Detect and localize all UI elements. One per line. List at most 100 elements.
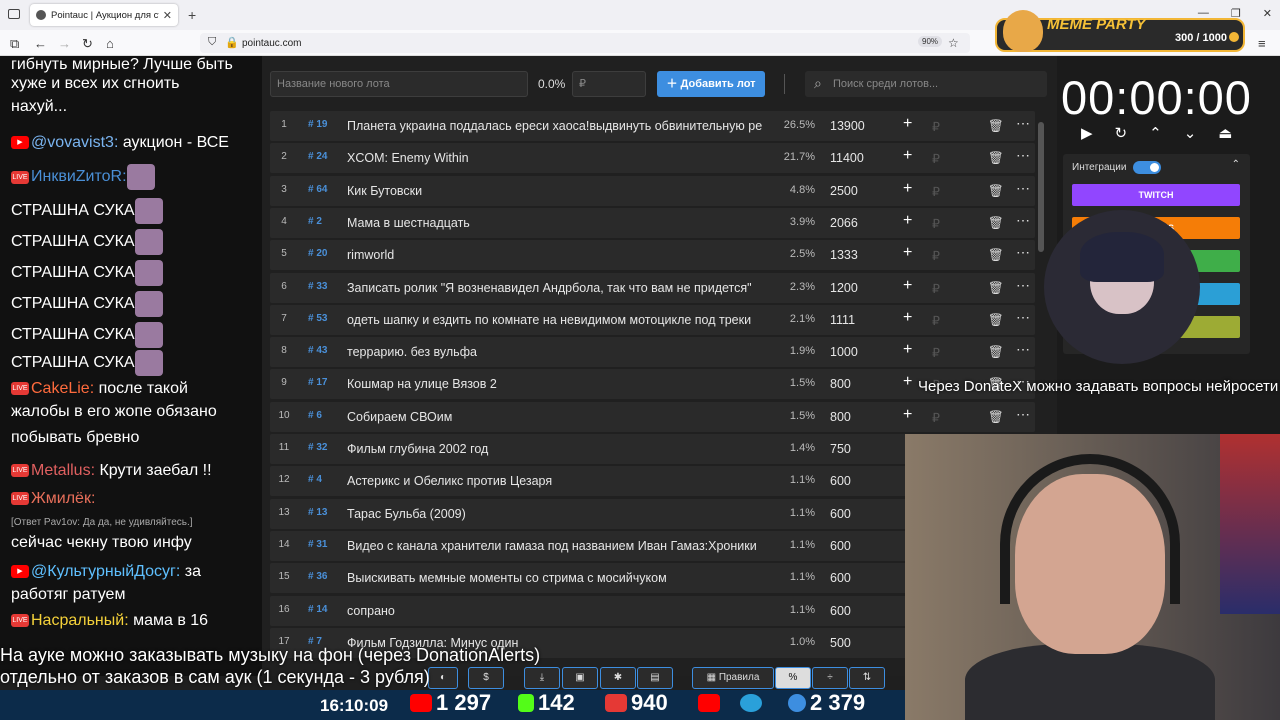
lot-row[interactable]: 8 # 43 террарию. без вульфа 1.9% 1000 + ₽ 🗑 ⋯: [270, 337, 1035, 368]
bug-button[interactable]: ✱: [600, 667, 636, 689]
lock-icon[interactable]: 🔒: [225, 36, 239, 49]
collapse-icon[interactable]: ⌃: [1232, 159, 1240, 170]
lot-name[interactable]: Записать ролик "Я возненавидел Андрбола,…: [347, 281, 769, 295]
trash-icon[interactable]: 🗑: [988, 345, 1004, 360]
sidebar-icon[interactable]: ⧉: [10, 36, 19, 52]
more-icon[interactable]: ⋯: [1016, 244, 1030, 261]
trash-list-button[interactable]: ▤: [637, 667, 673, 689]
integration-button[interactable]: TWITCH: [1072, 184, 1240, 206]
lot-name[interactable]: Планета украина поддалась ереси хаоса!вы…: [347, 119, 769, 133]
lot-amount-input[interactable]: ₽: [572, 71, 646, 97]
reset-icon[interactable]: ↻: [1115, 124, 1128, 142]
more-icon[interactable]: ⋯: [1016, 406, 1030, 423]
trash-icon[interactable]: 🗑: [988, 119, 1004, 134]
integrations-toggle[interactable]: [1133, 161, 1161, 174]
chevron-up-icon[interactable]: ⌃: [1149, 124, 1162, 142]
lot-name[interactable]: Кик Бутовски: [347, 184, 769, 198]
add-amount-icon[interactable]: +: [903, 115, 912, 133]
divide-button[interactable]: ÷: [812, 667, 848, 689]
lot-row[interactable]: 3 # 64 Кик Бутовски 4.8% 2500 + ₽ 🗑 ⋯: [270, 175, 1035, 206]
more-icon[interactable]: ⋯: [1016, 212, 1030, 229]
add-amount-icon[interactable]: +: [903, 309, 912, 327]
lot-name[interactable]: Астерикс и Обеликс против Цезаря: [347, 474, 769, 488]
percent-toggle-button[interactable]: %: [775, 667, 811, 689]
chat-username[interactable]: Metallus:: [31, 462, 95, 479]
lot-name[interactable]: XCOM: Enemy Within: [347, 151, 769, 165]
back-icon[interactable]: ←: [34, 36, 47, 51]
lot-search-input[interactable]: Поиск среди лотов...: [805, 70, 1047, 97]
chat-username[interactable]: @КультурныйДосуг:: [31, 563, 180, 580]
eject-icon[interactable]: ⏏: [1218, 124, 1232, 142]
add-amount-icon[interactable]: +: [903, 406, 912, 424]
trash-icon[interactable]: 🗑: [988, 216, 1004, 231]
add-lot-button[interactable]: ＋ Добавить лот: [657, 71, 765, 97]
play-icon[interactable]: ▶: [1081, 124, 1093, 142]
more-icon[interactable]: ⋯: [1016, 277, 1030, 294]
add-amount-icon[interactable]: +: [903, 277, 912, 295]
more-icon[interactable]: ⋯: [1016, 147, 1030, 164]
lot-name[interactable]: террарию. без вульфа: [347, 345, 769, 359]
lot-name[interactable]: Мама в шестнадцать: [347, 216, 769, 230]
trash-icon[interactable]: 🗑: [988, 281, 1004, 296]
add-amount-icon[interactable]: +: [903, 341, 912, 359]
more-icon[interactable]: ⋯: [1016, 180, 1030, 197]
rules-button[interactable]: ▦ Правила: [692, 667, 774, 689]
chat-username[interactable]: Жмилёк:: [31, 490, 95, 507]
more-icon[interactable]: ⋯: [1016, 341, 1030, 358]
bookmark-star-icon[interactable]: ☆: [948, 36, 959, 50]
lot-name[interactable]: Выискивать мемные моменты со стрима с мо…: [347, 571, 769, 585]
shield-icon[interactable]: ⛉: [208, 36, 216, 49]
lot-name[interactable]: Собираем СВОим: [347, 410, 769, 424]
add-amount-icon[interactable]: +: [903, 147, 912, 165]
address-bar[interactable]: pointauc.com: [200, 33, 970, 53]
lot-row[interactable]: 5 # 20 rimworld 2.5% 1333 + ₽ 🗑 ⋯: [270, 240, 1035, 271]
lot-row[interactable]: 4 # 2 Мама в шестнадцать 3.9% 2066 + ₽ 🗑 ⋯: [270, 207, 1035, 238]
zoom-level[interactable]: 90%: [918, 36, 943, 47]
add-amount-icon[interactable]: +: [903, 244, 912, 262]
url-text: pointauc.com: [242, 37, 302, 49]
lot-name-input[interactable]: Название нового лота: [270, 71, 528, 97]
more-icon[interactable]: ⋯: [1016, 115, 1030, 132]
lot-name[interactable]: сопрано: [347, 604, 769, 618]
add-amount-icon[interactable]: +: [903, 373, 912, 391]
sort-button[interactable]: ⇅: [849, 667, 885, 689]
toggle-tool-button[interactable]: ◐: [428, 667, 458, 689]
chat-username[interactable]: ИнквиZитоR:: [31, 168, 127, 185]
lot-row[interactable]: 2 # 24 XCOM: Enemy Within 21.7% 11400 + ₽ 🗑 ⋯: [270, 143, 1035, 174]
lot-name[interactable]: rimworld: [347, 248, 769, 262]
lot-row[interactable]: 1 # 19 Планета украина поддалась ереси хао…: [270, 111, 1035, 141]
download-button[interactable]: ⤓: [524, 667, 560, 689]
lot-name[interactable]: Видео с канала хранители гамаза под назв…: [347, 539, 769, 553]
lot-name[interactable]: Тарас Бульба (2009): [347, 507, 769, 521]
trash-icon[interactable]: 🗑: [988, 410, 1004, 425]
browser-tab[interactable]: Pointauc | Аукцион для стриме ✕: [30, 4, 178, 26]
forward-icon[interactable]: →: [58, 36, 71, 51]
more-icon[interactable]: ⋯: [1016, 309, 1030, 326]
new-tab-icon[interactable]: +: [188, 7, 196, 23]
lot-name[interactable]: Кошмар на улице Вязов 2: [347, 377, 769, 391]
trash-icon[interactable]: 🗑: [988, 248, 1004, 263]
trash-icon[interactable]: 🗑: [988, 184, 1004, 199]
lot-name[interactable]: одеть шапку и ездить по комнате на невид…: [347, 313, 769, 327]
tab-overview-icon[interactable]: [8, 9, 20, 19]
donate-tool-button[interactable]: $: [468, 667, 504, 689]
lot-row[interactable]: 6 # 33 Записать ролик "Я возненавидел Андр…: [270, 272, 1035, 303]
chat-username[interactable]: CakeLie:: [31, 380, 94, 397]
trash-icon[interactable]: 🗑: [988, 151, 1004, 166]
chat-username[interactable]: @vovavist3:: [31, 134, 118, 151]
add-amount-icon[interactable]: +: [903, 212, 912, 230]
add-amount-icon[interactable]: +: [903, 180, 912, 198]
lot-row[interactable]: 7 # 53 одеть шапку и ездить по комнате на …: [270, 304, 1035, 335]
chevron-down-icon[interactable]: ⌄: [1184, 124, 1197, 142]
save-button[interactable]: ▣: [562, 667, 598, 689]
lot-list-scrollbar[interactable]: [1038, 122, 1044, 252]
lot-name[interactable]: Фильм глубина 2002 год: [347, 442, 769, 456]
close-tab-icon[interactable]: ✕: [163, 9, 172, 22]
trash-icon[interactable]: 🗑: [988, 313, 1004, 328]
lot-row[interactable]: 10 # 6 Собираем СВОим 1.5% 800 + ₽ 🗑 ⋯: [270, 401, 1035, 432]
reload-icon[interactable]: ↻: [82, 36, 93, 52]
menu-icon[interactable]: ≡: [1258, 36, 1266, 51]
home-icon[interactable]: ⌂: [106, 36, 114, 51]
close-window-icon[interactable]: ✕: [1263, 7, 1272, 20]
chat-username[interactable]: Насральный:: [31, 612, 129, 629]
